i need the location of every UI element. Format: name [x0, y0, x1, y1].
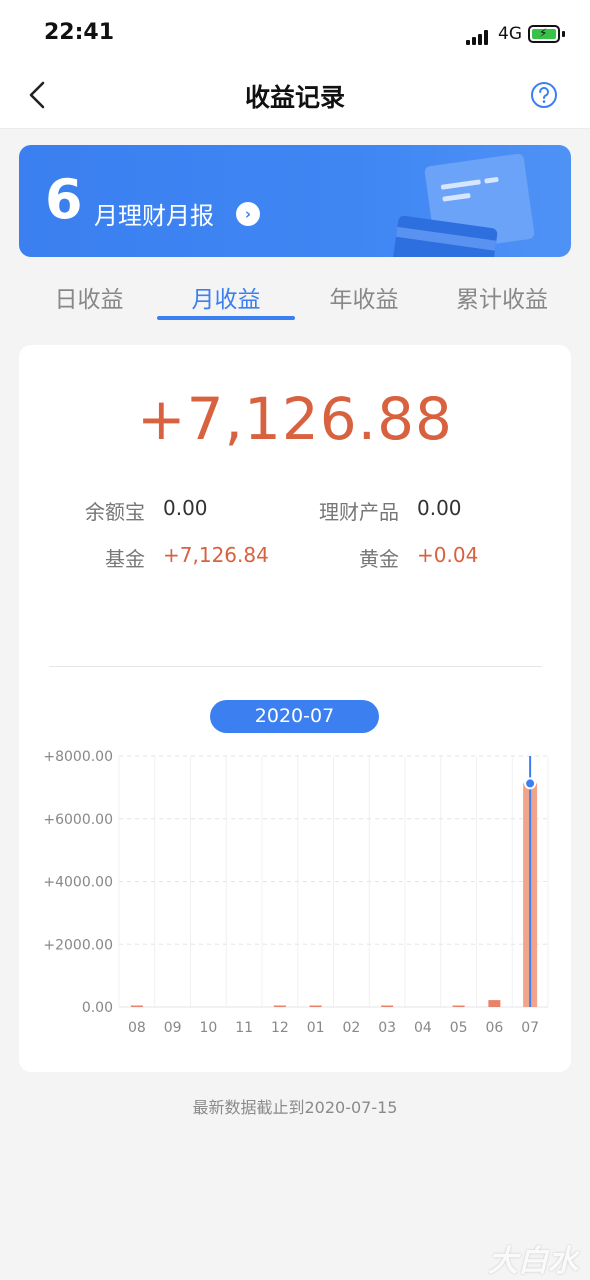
active-tab-indicator	[157, 316, 295, 320]
battery-tip	[562, 31, 565, 37]
x-tick-label: 02	[342, 1020, 360, 1036]
bar-01	[309, 1005, 322, 1007]
gold-value: +0.04	[417, 543, 479, 567]
battery-icon: ⚡	[528, 25, 560, 43]
wealth-product-value: 0.00	[417, 496, 462, 520]
bar-06	[488, 1000, 501, 1007]
fund-value: +7,126.84	[163, 543, 269, 567]
status-time: 22:41	[44, 20, 115, 45]
x-tick-label: 10	[199, 1020, 217, 1036]
x-tick-label: 08	[128, 1020, 146, 1036]
data-cutoff-note: 最新数据截止到2020-07-15	[192, 1098, 398, 1117]
watermark: 大白水	[488, 1244, 578, 1279]
bar-05	[452, 1005, 465, 1007]
x-tick-label: 03	[378, 1020, 396, 1036]
divider	[49, 666, 542, 667]
x-tick-label: 11	[235, 1020, 253, 1036]
banner-title: 月理财月报	[94, 202, 214, 230]
y-tick-label: +2000.00	[43, 937, 113, 953]
tab-monthly[interactable]: 月收益	[166, 280, 286, 314]
y-tick-label: +4000.00	[43, 875, 113, 891]
page-title: 收益记录	[244, 83, 345, 112]
monthly-earnings-chart[interactable]: +8000.00 +6000.00 +4000.00 +2000.00 0.00 08 09…	[0, 740, 590, 1040]
x-tick-label: 04	[414, 1020, 432, 1036]
tab-cumulative[interactable]: 累计收益	[442, 280, 562, 314]
network-type: 4G	[498, 24, 522, 44]
gold-label: 黄金	[359, 547, 399, 571]
bar-08	[130, 1005, 143, 1007]
tab-daily[interactable]: 日收益	[29, 280, 149, 314]
selected-month-pill: 2020-07	[210, 700, 379, 733]
x-tick-label: 07	[521, 1020, 539, 1036]
banner-month-number: 6	[45, 168, 83, 231]
y-tick-label: +6000.00	[43, 812, 113, 828]
y-tick-label: 0.00	[82, 1000, 113, 1016]
x-tick-label: 06	[485, 1020, 503, 1036]
x-tick-label: 12	[271, 1020, 289, 1036]
x-tick-label: 01	[307, 1020, 325, 1036]
x-tick-label: 05	[450, 1020, 468, 1036]
signal-icon	[466, 29, 492, 45]
total-earnings: +7,126.88	[137, 385, 453, 453]
bar-12	[273, 1005, 286, 1007]
yuebao-value: 0.00	[163, 496, 208, 520]
yuebao-label: 余额宝	[85, 500, 145, 524]
fund-label: 基金	[105, 547, 145, 571]
tab-yearly[interactable]: 年收益	[304, 280, 424, 314]
chevron-right-icon[interactable]: ›	[236, 202, 260, 226]
wealth-product-label: 理财产品	[319, 500, 399, 524]
help-icon[interactable]	[530, 81, 558, 109]
highlight-marker-dot	[524, 777, 537, 790]
y-tick-label: +8000.00	[43, 749, 113, 765]
x-tick-label: 09	[164, 1020, 182, 1036]
bar-03	[381, 1005, 394, 1007]
